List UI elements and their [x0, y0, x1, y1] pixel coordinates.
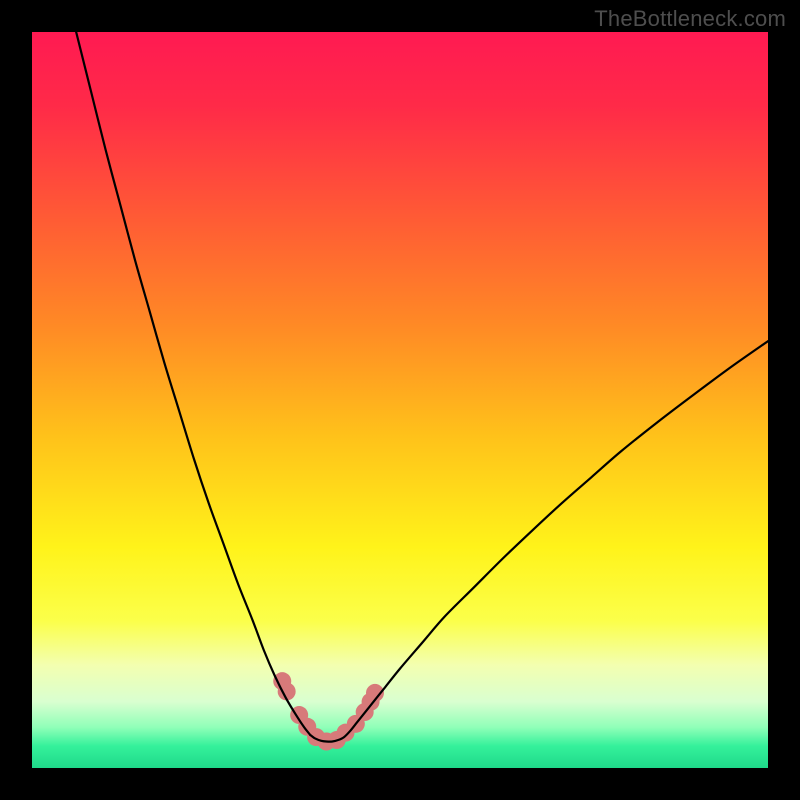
marker-group	[273, 672, 384, 750]
watermark-text: TheBottleneck.com	[594, 6, 786, 32]
bottleneck-curve	[76, 32, 768, 742]
plot-area	[32, 32, 768, 768]
curve-layer	[32, 32, 768, 768]
chart-frame: TheBottleneck.com	[0, 0, 800, 800]
